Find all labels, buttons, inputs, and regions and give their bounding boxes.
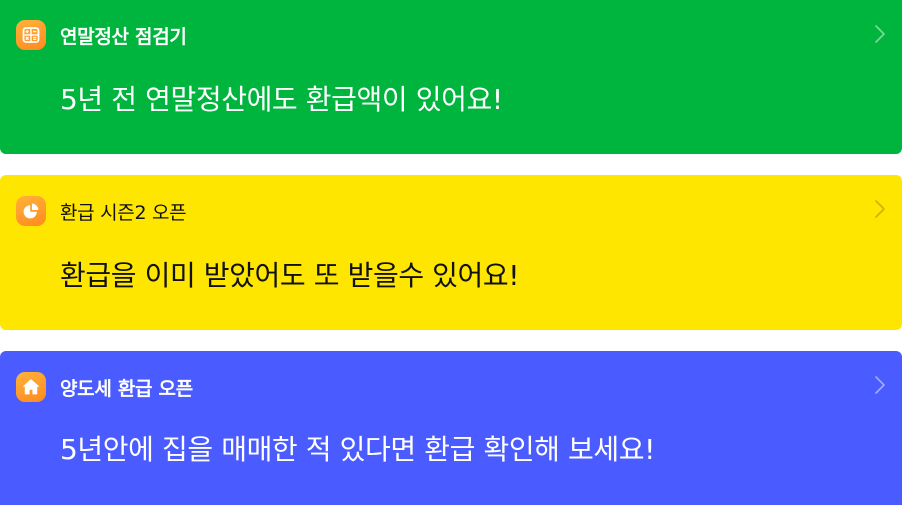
house-icon (16, 372, 46, 402)
card-title: 연말정산 점검기 (60, 25, 187, 48)
card-title: 양도세 환급 오픈 (60, 377, 193, 400)
promo-card-refund-season2[interactable]: 환급 시즌2 오픈 환급을 이미 받았어도 또 받을수 있어요! (0, 175, 902, 330)
calculator-icon (16, 20, 46, 50)
promo-card-stack: 연말정산 점검기 5년 전 연말정산에도 환급액이 있어요! 환급 시즌2 오픈… (0, 0, 902, 505)
card-message: 환급을 이미 받았어도 또 받을수 있어요! (60, 259, 520, 292)
chevron-right-icon[interactable] (874, 375, 886, 395)
card-message: 5년안에 집을 매매한 적 있다면 환급 확인해 보세요! (60, 433, 655, 466)
chevron-right-icon[interactable] (874, 199, 886, 219)
card-message: 5년 전 연말정산에도 환급액이 있어요! (60, 83, 503, 116)
card-header: 연말정산 점검기 (16, 20, 187, 50)
card-header: 환급 시즌2 오픈 (16, 196, 187, 226)
promo-card-year-end-tax[interactable]: 연말정산 점검기 5년 전 연말정산에도 환급액이 있어요! (0, 0, 902, 154)
card-header: 양도세 환급 오픈 (16, 372, 193, 402)
pie-chart-icon (16, 196, 46, 226)
card-title: 환급 시즌2 오픈 (60, 201, 187, 224)
chevron-right-icon[interactable] (874, 24, 886, 44)
promo-card-capital-gains-tax[interactable]: 양도세 환급 오픈 5년안에 집을 매매한 적 있다면 환급 확인해 보세요! (0, 351, 902, 505)
